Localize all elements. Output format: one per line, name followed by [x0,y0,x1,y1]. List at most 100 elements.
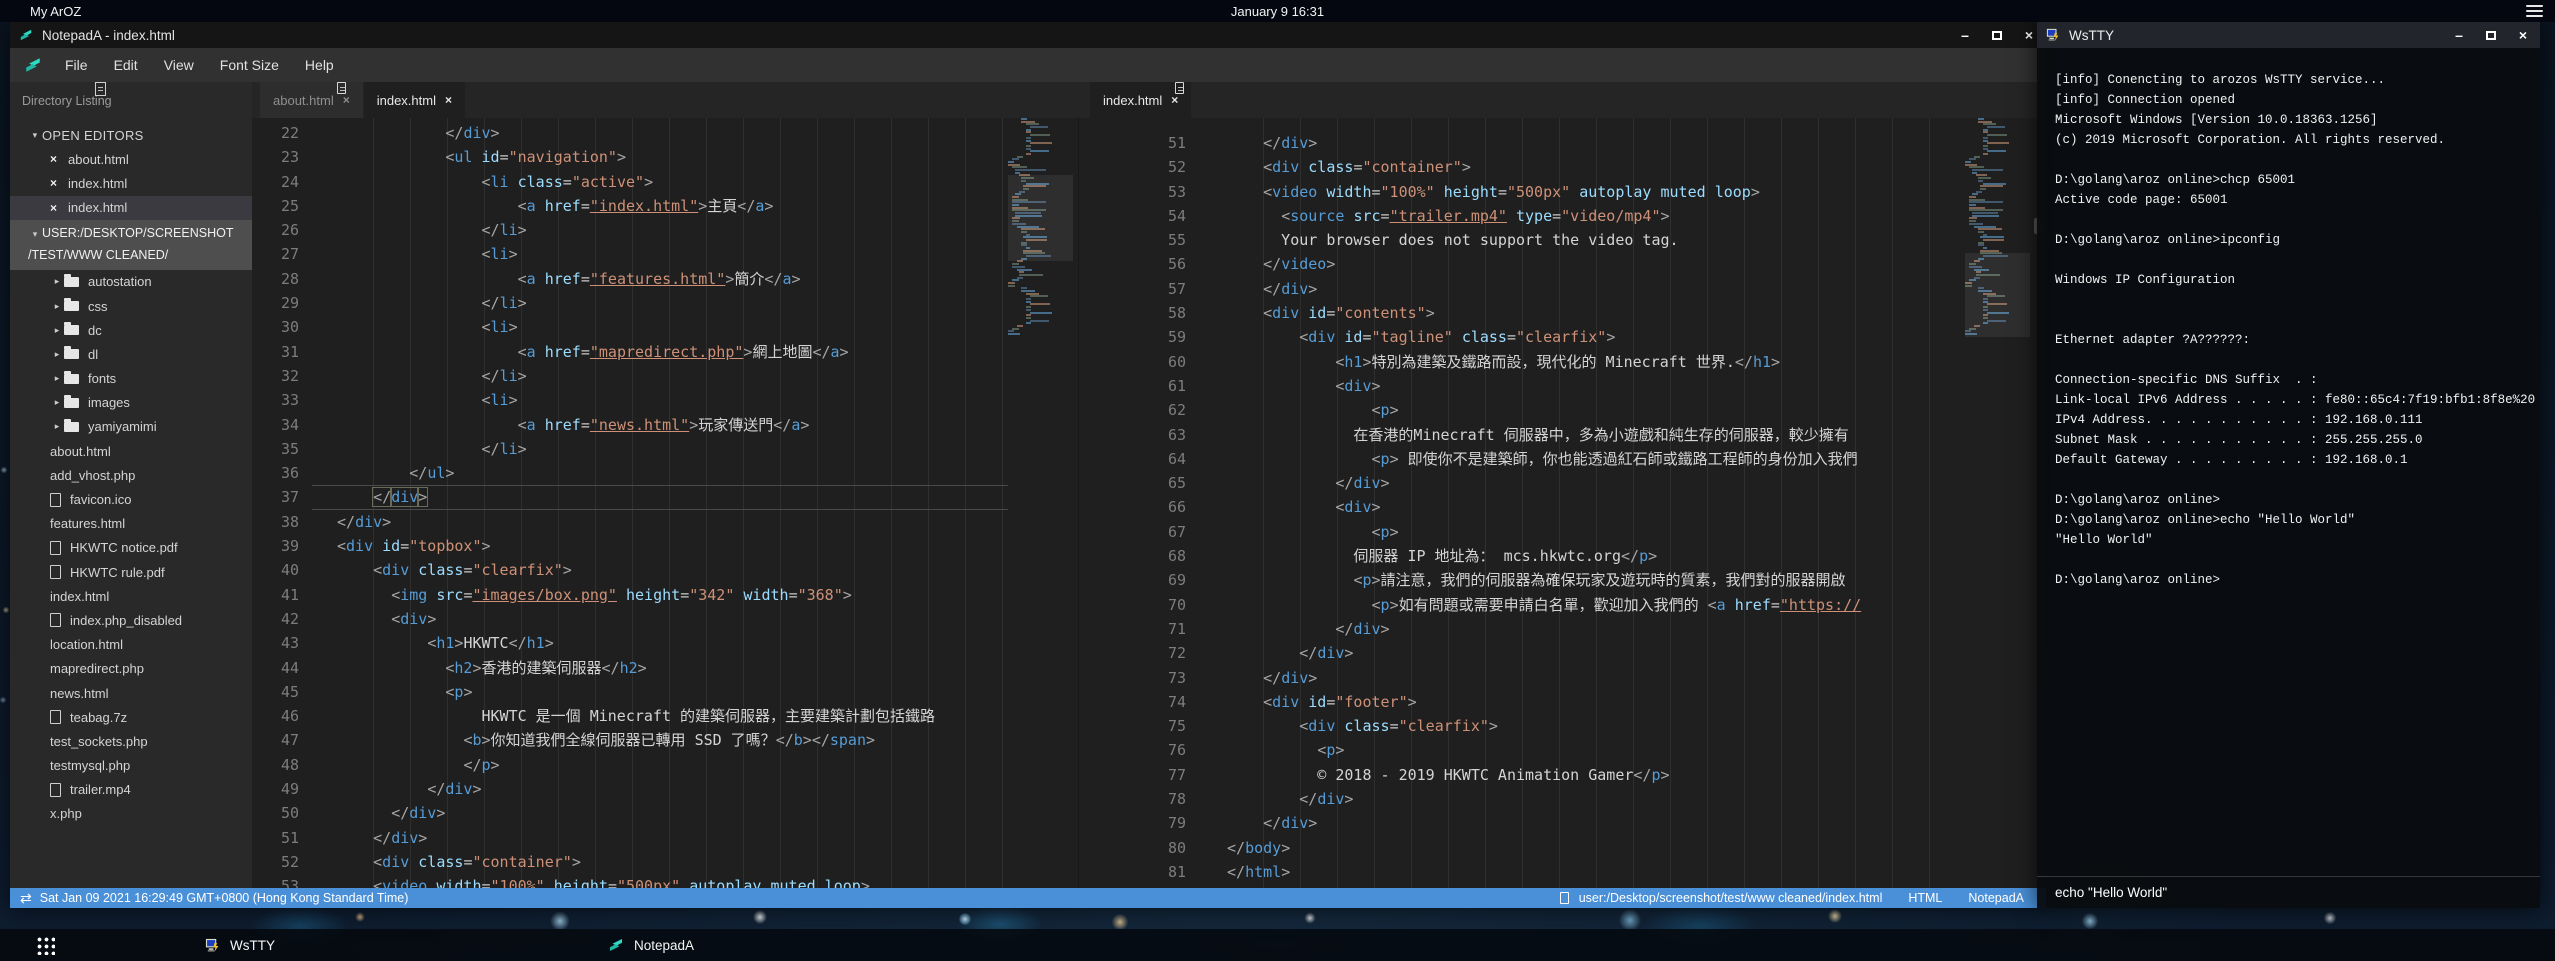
code-line[interactable]: </div> [337,485,1008,509]
code-line[interactable]: <div class="container"> [337,850,1008,874]
code-line[interactable]: <a href="mapredirect.php">網上地圖</a> [337,340,1008,364]
terminal-output[interactable]: [info] Conencting to arozos WsTTY servic… [2037,48,2540,876]
sidebar-folder-dl[interactable]: ▸dl [10,342,252,366]
code-line[interactable]: </div> [1227,641,1960,665]
minimap[interactable] [1008,118,1073,358]
code-line[interactable]: <p> [337,680,1008,704]
sidebar-file-location-html[interactable]: location.html [10,633,252,657]
sidebar-folder-autostation[interactable]: ▸autostation [10,270,252,294]
minimap-viewport[interactable] [1965,253,2030,337]
code-line[interactable]: </html> [1227,860,1960,884]
code-line[interactable]: </div> [1227,787,1960,811]
hamburger-menu-icon[interactable] [2526,5,2543,17]
code-line[interactable]: <li> [337,242,1008,266]
code-line[interactable]: Your browser does not support the video … [1227,228,1960,252]
code-area[interactable]: </div> <ul id="navigation"> <li class="a… [337,118,1008,888]
code-line[interactable]: <p> [1227,738,1960,762]
code-line[interactable]: <div> [337,607,1008,631]
code-line[interactable]: <img src="images/box.png" height="342" w… [337,583,1008,607]
status-app-name[interactable]: NotepadA [1968,891,2024,905]
sidebar-file-mapredirect-php[interactable]: mapredirect.php [10,657,252,681]
code-line[interactable]: </div> [337,510,1008,534]
app-grid-icon[interactable] [36,936,55,955]
open-editors-section[interactable]: ▾ OPEN EDITORS [10,123,252,147]
code-line[interactable]: <p>如有問題或需要申請白名單，歡迎加入我們的 <a href="https:/… [1227,593,1960,617]
sidebar-file-trailer-mp4[interactable]: trailer.mp4 [10,778,252,802]
code-line[interactable]: <div class="container"> [1227,155,1960,179]
code-line[interactable]: </li> [337,291,1008,315]
code-line[interactable]: <div id="topbox"> [337,534,1008,558]
code-line[interactable]: <b>你知道我們全線伺服器已轉用 SSD 了嗎？</b></span> [337,728,1008,752]
code-line[interactable]: <li class="active"> [337,170,1008,194]
notepada-titlebar[interactable]: NotepadA - index.html – × [10,22,2046,48]
close-icon[interactable]: × [445,93,452,107]
code-line[interactable]: </div> [1227,666,1960,690]
sidebar-folder-images[interactable]: ▸images [10,391,252,415]
sidebar-file-favicon-ico[interactable]: favicon.ico [10,487,252,511]
code-line[interactable]: </div> [1227,131,1960,155]
sidebar-file-news-html[interactable]: news.html [10,681,252,705]
status-file-type[interactable]: HTML [1908,891,1942,905]
sidebar-file-test-sockets-php[interactable]: test_sockets.php [10,729,252,753]
code-line[interactable]: </div> [1227,811,1960,835]
taskbar-item-wstty[interactable]: WsTTY [205,929,275,961]
sidebar-folder-yamiyamimi[interactable]: ▸yamiyamimi [10,415,252,439]
code-line[interactable]: <video width="100%" height="500px" autop… [337,874,1008,888]
sidebar-file-x-php[interactable]: x.php [10,802,252,826]
maximize-button[interactable] [2486,31,2496,40]
sidebar-file-features-html[interactable]: features.html [10,512,252,536]
close-icon[interactable]: × [50,176,68,190]
code-line[interactable]: <h1>HKWTC</h1> [337,631,1008,655]
sidebar-file-index-html[interactable]: index.html [10,584,252,608]
code-line[interactable]: <div id="footer"> [1227,690,1960,714]
code-line[interactable]: <div> [1227,374,1960,398]
code-line[interactable]: </li> [337,437,1008,461]
sidebar-file-hkwtc-rule-pdf[interactable]: HKWTC rule.pdf [10,560,252,584]
close-icon[interactable]: × [50,152,68,166]
minimize-button[interactable]: – [1958,28,1972,42]
code-line[interactable]: </li> [337,218,1008,242]
menu-edit[interactable]: Edit [101,48,151,82]
code-line[interactable]: </div> [1227,471,1960,495]
code-line[interactable]: <video width="100%" height="500px" autop… [1227,180,1960,204]
code-line[interactable]: </div> [337,826,1008,850]
minimap-viewport[interactable] [1008,175,1073,261]
code-line[interactable]: <p> [1227,520,1960,544]
tab-about-html[interactable]: about.html × [260,82,364,118]
sidebar-file-hkwtc-notice-pdf[interactable]: HKWTC notice.pdf [10,536,252,560]
taskbar-item-notepada[interactable]: NotepadA [608,929,694,961]
minimap[interactable] [1965,118,2030,358]
code-line[interactable]: </p> [337,753,1008,777]
code-line[interactable]: <a href="index.html">主頁</a> [337,194,1008,218]
close-button[interactable]: × [2516,28,2530,42]
open-editor-item[interactable]: × index.html [10,171,252,195]
code-line[interactable]: <li> [337,388,1008,412]
sidebar-folder-fonts[interactable]: ▸fonts [10,367,252,391]
code-line[interactable]: <div id="contents"> [1227,301,1960,325]
close-button[interactable]: × [2022,28,2036,42]
close-icon[interactable]: × [1171,93,1178,107]
menu-help[interactable]: Help [292,48,347,82]
code-line[interactable]: <ul id="navigation"> [337,145,1008,169]
editor-pane-right[interactable]: 5152535455565758596061626364656667686970… [1078,118,2046,888]
code-line[interactable]: </div> [337,777,1008,801]
system-brand[interactable]: My ArOZ [30,4,81,19]
code-line[interactable]: </div> [1227,617,1960,641]
sidebar-file-index-php-disabled[interactable]: index.php_disabled [10,608,252,632]
code-line[interactable]: </div> [1227,277,1960,301]
code-line[interactable]: </div> [337,801,1008,825]
sidebar-file-about-html[interactable]: about.html [10,439,252,463]
code-line[interactable]: <h1>特別為建築及鐵路而設，現代化的 Minecraft 世界.</h1> [1227,350,1960,374]
sidebar-file-add-vhost-php[interactable]: add_vhost.php [10,463,252,487]
close-icon[interactable]: × [343,93,350,107]
code-line[interactable]: <p>請注意，我們的伺服器為確保玩家及遊玩時的質素，我們對的服器開啟 [1227,568,1960,592]
code-line[interactable]: <p> [1227,398,1960,422]
maximize-button[interactable] [1992,31,2002,40]
terminal-input[interactable]: echo "Hello World" [2037,876,2540,908]
code-line[interactable]: <source src="trailer.mp4" type="video/mp… [1227,204,1960,228]
code-line[interactable]: <h2>香港的建築伺服器</h2> [337,656,1008,680]
status-file-path[interactable]: user:/Desktop/screenshot/test/www cleane… [1579,891,1883,905]
code-line[interactable]: HKWTC 是一個 Minecraft 的建築伺服器，主要建築計劃包括鐵路 [337,704,1008,728]
close-icon[interactable]: × [50,201,68,215]
sidebar-file-teabag-7z[interactable]: teabag.7z [10,705,252,729]
